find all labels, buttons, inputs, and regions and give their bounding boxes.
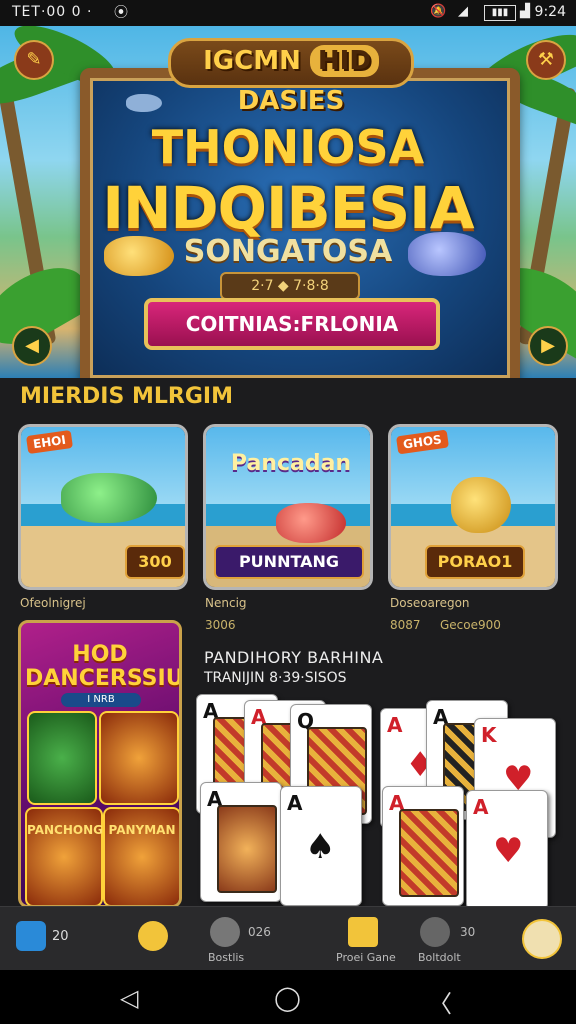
settings-icon [420,917,450,947]
playing-card[interactable]: A ♠ [280,786,362,906]
playing-card[interactable]: A ♥ [466,790,548,910]
fish-gold [451,477,511,533]
mute-icon: 🔕 [430,4,447,19]
game-sub-3: Gecoe900 [440,618,501,632]
recents-icon[interactable]: 〈 [428,984,452,1019]
game-banner: PORAO1 [425,545,525,579]
game-caption-1: Ofeolnigrej [20,596,86,610]
game-sub-1: 3006 [205,618,236,632]
cards-title: PANDIHORY BARHINA [204,648,384,667]
signal-icon: ▟ [520,4,530,19]
hero-title-line3: SONGATOSA [183,234,393,269]
coin-icon [138,921,168,951]
hero-title-line1: THONIOSA [151,120,425,174]
poster-tile [27,711,97,805]
badge-mid: HID [309,45,379,77]
game-card-1[interactable]: EHOI 300 [18,424,188,590]
poster-title: HOD DANCERSSIUR [25,642,182,691]
game-card-3[interactable]: GHOS PORAO1 [388,424,558,590]
poster-sub: I NRB [61,693,141,707]
profile-icon [210,917,240,947]
game-sub-2: 8087 [390,618,421,632]
mascot-icon [522,919,562,959]
game-banner: PUNNTANG [214,545,364,579]
hero-badge: IGCMN HID DASIES [168,38,414,116]
nav-game[interactable]: Proei Gane [330,907,400,971]
playing-card[interactable]: A [382,786,464,906]
cards-subtitle: TRANIJIN 8·39·SISOS [204,670,347,686]
status-bar: TET·00 0 · ⦿ 🔕 ◢ ▮▮▮ ▟ 9:24 [0,0,576,26]
poster-character-1: PANCHONG [25,807,103,905]
game-title: Pancadan [230,451,352,476]
nav-mascot[interactable] [516,907,566,971]
game-icon [348,917,378,947]
game-caption-3: Doseoaregon [390,596,470,610]
poster-tile [99,711,179,805]
nav-coin[interactable] [130,907,190,971]
wifi-icon: ◢ [458,4,468,19]
system-nav-bar: ◁ ◯ 〈 [0,970,576,1024]
section-title: MIERDIS MLRGIM [20,384,233,409]
playing-card[interactable]: A [200,782,282,902]
hero-cta-button[interactable]: COITNIAS:FRLONIA [144,298,440,350]
nav-profile[interactable]: 026 Bostlis [200,907,290,971]
home-icon[interactable]: ◯ [274,984,301,1012]
notification-icon: ⦿ [114,5,128,21]
badge-left: IGCMN [203,46,301,76]
nav-wallet[interactable]: 20 [10,907,90,971]
fish-red [276,503,346,543]
bottom-nav: 20 026 Bostlis Proei Gane 30 Boltdolt [0,906,576,971]
poster-character-2: PANYMAN [103,807,179,905]
wallet-icon [16,921,46,951]
game-banner: 300 [125,545,185,579]
game-caption-2: Nencig [205,596,247,610]
right-arrow-icon[interactable]: ▶ [528,326,568,366]
tools-icon[interactable]: ✎ [14,40,54,80]
hero-banner[interactable]: IGCMN HID DASIES THONIOSA INDQIBESIA SON… [0,26,576,378]
left-arrow-icon[interactable]: ◀ [12,326,52,366]
hero-stats: 2·7 ◆ 7·8·8 [220,272,360,300]
fish-green [61,473,157,523]
status-left-text: TET·00 0 · [12,4,93,20]
nav-settings[interactable]: 30 Boltdolt [410,907,490,971]
game-card-2[interactable]: Pancadan PUNNTANG [203,424,373,590]
back-icon[interactable]: ◁ [120,984,138,1012]
promo-poster[interactable]: HOD DANCERSSIUR I NRB PANCHONG PANYMAN [18,620,182,908]
fish-small [126,94,162,112]
badge-right: DASIES [237,86,345,116]
status-time: 9:24 [534,4,566,20]
wrench-icon[interactable]: ⚒ [526,40,566,80]
battery-icon: ▮▮▮ [484,5,516,21]
hero-title-line2: INDQIBESIA [102,174,474,242]
